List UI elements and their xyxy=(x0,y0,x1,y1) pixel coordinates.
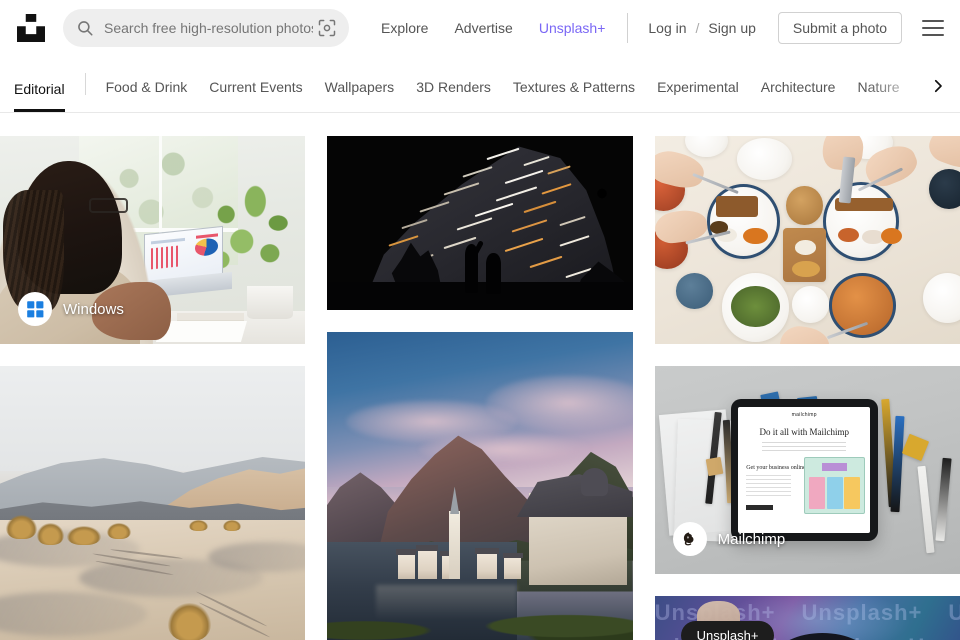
category-item-label: Wallpapers xyxy=(324,79,395,95)
search-icon xyxy=(76,19,94,37)
category-item-label: Current Events xyxy=(209,79,303,95)
category-nav: Editorial Featured Food & Drink Current … xyxy=(0,55,960,113)
category-item-label: Experimental xyxy=(657,79,739,95)
category-item-3d-renders[interactable]: 3D Renders xyxy=(416,79,491,112)
photo-card-shared-meal-flatlay[interactable] xyxy=(654,136,960,344)
photo-card-mailchimp-tablet-desk[interactable]: mailchimp Do it all with Mailchimp Get y… xyxy=(654,366,960,574)
category-item-textures-and-patterns[interactable]: Textures & Patterns xyxy=(513,79,635,112)
site-header: Explore Advertise Unsplash+ Log in / Sig… xyxy=(0,0,960,55)
windows-logo-icon xyxy=(18,292,52,326)
mailchimp-logo-icon xyxy=(672,522,707,556)
brand-badge-windows[interactable]: Windows xyxy=(18,292,124,326)
photo-image xyxy=(654,136,960,344)
active-tab-underline xyxy=(14,109,65,112)
photo-card-desert-dunes[interactable] xyxy=(0,366,306,640)
search-input[interactable] xyxy=(104,8,313,47)
category-item-label: Architecture xyxy=(760,79,836,95)
header-divider xyxy=(627,12,629,43)
brand-badge-label: Windows xyxy=(63,300,124,318)
primary-nav: Explore Advertise Unsplash+ xyxy=(381,20,605,36)
category-tab-editorial[interactable]: Editorial xyxy=(14,81,65,112)
photo-card-woman-laptop-window[interactable]: Windows xyxy=(0,136,306,344)
category-item-nature[interactable]: Nature xyxy=(857,79,899,112)
category-divider xyxy=(84,73,86,95)
signup-link[interactable]: Sign up xyxy=(708,20,755,36)
tablet-screen-logo: mailchimp xyxy=(791,411,817,418)
category-item-label: Textures & Patterns xyxy=(512,79,636,95)
category-item-label: 3D Renders xyxy=(416,79,491,95)
photo-image xyxy=(0,366,306,640)
brand-badge-mailchimp[interactable]: Mailchimp xyxy=(672,522,786,556)
hamburger-menu-icon[interactable] xyxy=(922,15,948,41)
visual-search-icon[interactable] xyxy=(317,18,337,38)
photo-image xyxy=(327,136,633,310)
submit-photo-button[interactable]: Submit a photo xyxy=(777,11,903,44)
category-item-label: Food & Drink xyxy=(105,79,188,95)
photo-column-3: mailchimp Do it all with Mailchimp Get y… xyxy=(654,136,960,640)
category-item-current-events[interactable]: Current Events xyxy=(209,79,302,112)
photo-image xyxy=(327,332,633,640)
category-tab-editorial-label: Editorial xyxy=(14,81,65,97)
category-item-architecture[interactable]: Architecture xyxy=(761,79,836,112)
category-item-experimental[interactable]: Experimental xyxy=(657,79,739,112)
photo-card-hallstatt-lake[interactable] xyxy=(327,332,633,640)
search-bar[interactable] xyxy=(63,8,349,47)
login-link[interactable]: Log in xyxy=(648,20,686,36)
unsplash-logo-icon[interactable] xyxy=(14,11,48,45)
photo-card-night-star-trails[interactable] xyxy=(327,136,633,310)
chevron-right-icon[interactable] xyxy=(924,72,952,100)
nav-link-unsplash-plus[interactable]: Unsplash+ xyxy=(539,20,606,36)
brand-badge-label: Mailchimp xyxy=(717,530,786,548)
photo-grid: Windows mailchimp Do it all with Mailchi… xyxy=(0,113,960,640)
auth-separator: / xyxy=(695,19,700,36)
category-list: Featured Food & Drink Current Events Wal… xyxy=(106,79,960,112)
photo-column-2 xyxy=(327,136,633,640)
header-actions: Log in / Sign up Submit a photo xyxy=(605,11,948,44)
nav-link-explore[interactable]: Explore xyxy=(381,20,428,36)
tablet-screen-subheadline: Get your business online xyxy=(746,464,806,471)
category-item-food-and-drink[interactable]: Featured Food & Drink xyxy=(106,79,188,112)
unsplash-plus-badge[interactable]: Unsplash+ xyxy=(680,621,775,640)
tablet-screen-headline: Do it all with Mailchimp xyxy=(759,427,849,438)
photo-column-1: Windows xyxy=(0,136,306,640)
category-item-label: Nature xyxy=(857,79,900,95)
nav-link-advertise[interactable]: Advertise xyxy=(454,20,512,36)
photo-card-unsplash-plus-promo[interactable]: Unsplash+Unsplash+Unsplash+ Unsplash+Uns… xyxy=(654,596,960,640)
category-item-wallpapers[interactable]: Wallpapers xyxy=(325,79,395,112)
